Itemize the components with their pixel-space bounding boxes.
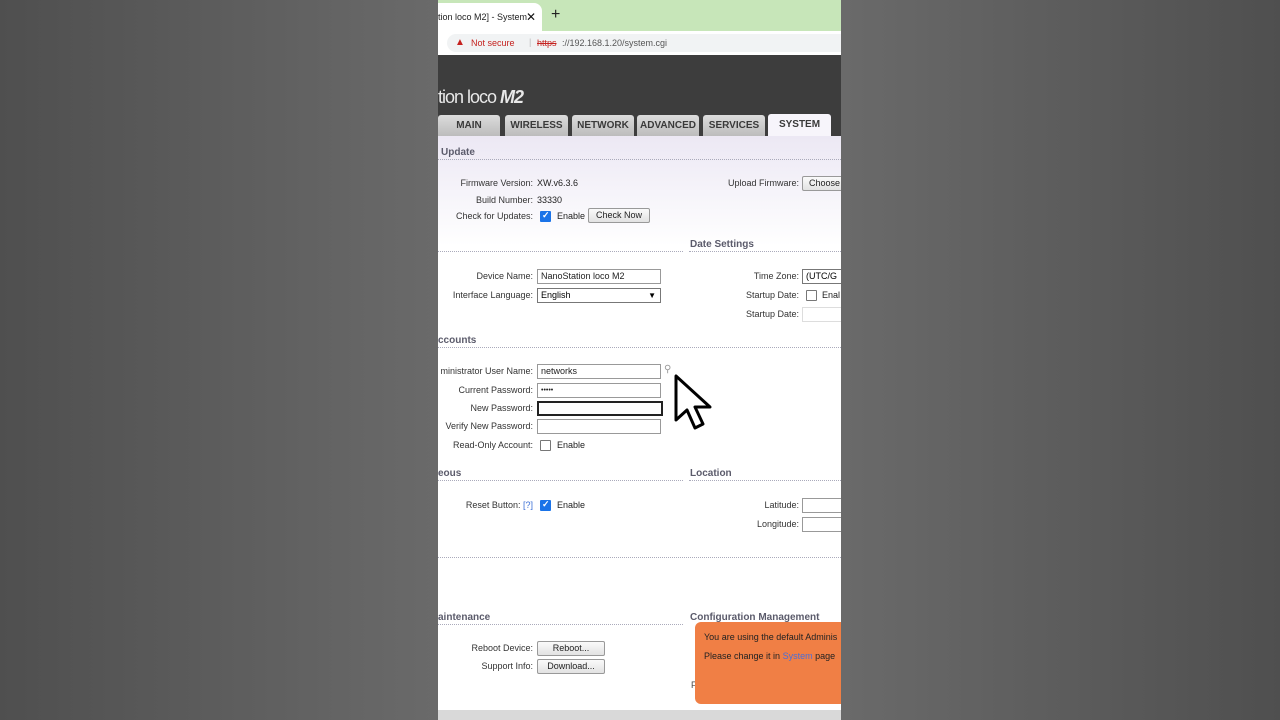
toast-system-link[interactable]: System bbox=[783, 651, 813, 661]
tab-advanced[interactable]: ADVANCED bbox=[637, 115, 699, 136]
default-credentials-toast[interactable]: You are using the default Adminis Please… bbox=[695, 622, 841, 704]
section-divider bbox=[689, 251, 841, 252]
device-name-label: Device Name: bbox=[476, 271, 533, 281]
longitude-input[interactable] bbox=[802, 517, 841, 532]
reset-help-link[interactable]: [?] bbox=[523, 500, 533, 510]
mouse-cursor-icon bbox=[674, 374, 712, 430]
toast-instruction: Please change it in System page bbox=[704, 651, 835, 661]
close-tab-icon[interactable]: ✕ bbox=[526, 10, 536, 24]
interface-language-value: English bbox=[541, 290, 571, 300]
time-zone-select[interactable]: (UTC/G bbox=[802, 269, 841, 284]
firmware-version-label: Firmware Version: bbox=[460, 178, 533, 188]
address-bar-row: ▲ Not secure | https ://192.168.1.20/sys… bbox=[438, 31, 841, 56]
new-password-label: New Password: bbox=[470, 403, 533, 413]
tab-main[interactable]: MAIN bbox=[438, 115, 500, 136]
tab-network[interactable]: NETWORK bbox=[572, 115, 634, 136]
startup-date-value-label: Startup Date: bbox=[745, 309, 799, 319]
firmware-version-value: XW.v6.3.6 bbox=[537, 178, 579, 188]
magnifier-icon[interactable]: ⚲ bbox=[664, 364, 671, 375]
browser-tab-title: tion loco M2] - System bbox=[438, 12, 528, 22]
section-divider bbox=[438, 557, 841, 558]
section-divider bbox=[438, 251, 683, 252]
section-divider bbox=[689, 480, 841, 481]
check-updates-checkbox[interactable] bbox=[540, 210, 551, 222]
left-backdrop bbox=[0, 0, 438, 720]
admin-username-input[interactable]: networks bbox=[537, 364, 661, 379]
upload-firmware-label: Upload Firmware: bbox=[727, 178, 799, 188]
check-updates-label: Check for Updates: bbox=[455, 211, 533, 221]
security-warning[interactable]: Not secure bbox=[471, 38, 515, 48]
longitude-label: Longitude: bbox=[756, 519, 799, 529]
reset-button-checkbox[interactable] bbox=[540, 499, 551, 511]
download-button[interactable]: Download... bbox=[537, 659, 605, 674]
section-miscellaneous-title: eous bbox=[438, 468, 462, 479]
chevron-down-icon: ▼ bbox=[648, 291, 656, 300]
section-maintenance-title: aintenance bbox=[438, 612, 491, 623]
section-accounts-title: ccounts bbox=[438, 335, 477, 346]
read-only-enable-label: Enable bbox=[557, 440, 586, 450]
section-date-title: Date Settings bbox=[690, 239, 754, 250]
tab-strip: tion loco M2] - System ✕ + bbox=[438, 0, 841, 31]
check-updates-enable-label: Enable bbox=[557, 211, 586, 221]
toast-instruction-suffix: page bbox=[812, 651, 836, 661]
interface-language-label: Interface Language: bbox=[452, 290, 533, 300]
reboot-button[interactable]: Reboot... bbox=[537, 641, 605, 656]
page-header: tion loco M2 MAIN WIRELESS NETWORK ADVAN… bbox=[438, 55, 841, 136]
address-divider: | bbox=[529, 37, 532, 47]
toast-instruction-text: Please change it in bbox=[704, 651, 783, 661]
latitude-label: Latitude: bbox=[764, 500, 799, 510]
url-scheme: https bbox=[537, 38, 557, 48]
section-divider bbox=[438, 480, 683, 481]
right-backdrop bbox=[841, 0, 1280, 720]
new-tab-icon[interactable]: + bbox=[551, 6, 560, 24]
reboot-device-label: Reboot Device: bbox=[471, 643, 533, 653]
browser-window: tion loco M2] - System ✕ + ▲ Not secure … bbox=[438, 0, 841, 720]
reset-button-label-text: Reset Button: bbox=[465, 500, 521, 510]
reset-button-enable-label: Enable bbox=[557, 500, 586, 510]
logo-model: M2 bbox=[500, 87, 524, 107]
tab-services[interactable]: SERVICES bbox=[703, 115, 765, 136]
build-number-label: Build Number: bbox=[475, 195, 533, 205]
read-only-account-checkbox[interactable] bbox=[540, 440, 551, 451]
support-info-label: Support Info: bbox=[481, 661, 533, 671]
verify-password-label: Verify New Password: bbox=[445, 421, 533, 431]
device-name-input[interactable]: NanoStation loco M2 bbox=[537, 269, 661, 284]
startup-date-enable-label: Enal bbox=[822, 290, 841, 300]
time-zone-label: Time Zone: bbox=[753, 271, 799, 281]
section-update-title: Update bbox=[441, 147, 475, 158]
address-bar[interactable]: ▲ Not secure | https ://192.168.1.20/sys… bbox=[447, 34, 841, 52]
choose-file-button[interactable]: Choose bbox=[802, 176, 841, 191]
section-divider bbox=[438, 347, 841, 348]
verify-password-input[interactable] bbox=[537, 419, 661, 434]
interface-language-select[interactable]: English ▼ bbox=[537, 288, 661, 303]
check-now-button[interactable]: Check Now bbox=[588, 208, 650, 223]
toast-message: You are using the default Adminis bbox=[704, 632, 838, 642]
startup-date-label: Startup Date: bbox=[745, 290, 799, 300]
warning-icon: ▲ bbox=[455, 37, 465, 48]
current-password-label: Current Password: bbox=[458, 385, 533, 395]
horizontal-scrollbar[interactable] bbox=[438, 710, 841, 720]
startup-date-input[interactable] bbox=[802, 307, 841, 322]
read-only-account-label: Read-Only Account: bbox=[452, 440, 533, 450]
tab-system[interactable]: SYSTEM bbox=[768, 114, 831, 136]
browser-tab[interactable]: tion loco M2] - System ✕ bbox=[438, 3, 542, 31]
section-divider bbox=[438, 159, 841, 160]
admin-username-label: ministrator User Name: bbox=[440, 366, 533, 376]
url-path: ://192.168.1.20/system.cgi bbox=[562, 38, 668, 48]
product-logo: tion loco M2 bbox=[438, 87, 524, 108]
reset-button-label: Reset Button: [?] bbox=[466, 500, 533, 510]
new-password-input[interactable] bbox=[537, 401, 663, 416]
tab-wireless[interactable]: WIRELESS bbox=[505, 115, 568, 136]
section-location-title: Location bbox=[690, 468, 732, 479]
startup-date-checkbox[interactable] bbox=[806, 290, 817, 301]
section-divider bbox=[438, 624, 683, 625]
latitude-input[interactable] bbox=[802, 498, 841, 513]
current-password-input[interactable]: ••••• bbox=[537, 383, 661, 398]
logo-text: tion loco bbox=[438, 87, 501, 107]
build-number-value: 33330 bbox=[537, 195, 563, 205]
